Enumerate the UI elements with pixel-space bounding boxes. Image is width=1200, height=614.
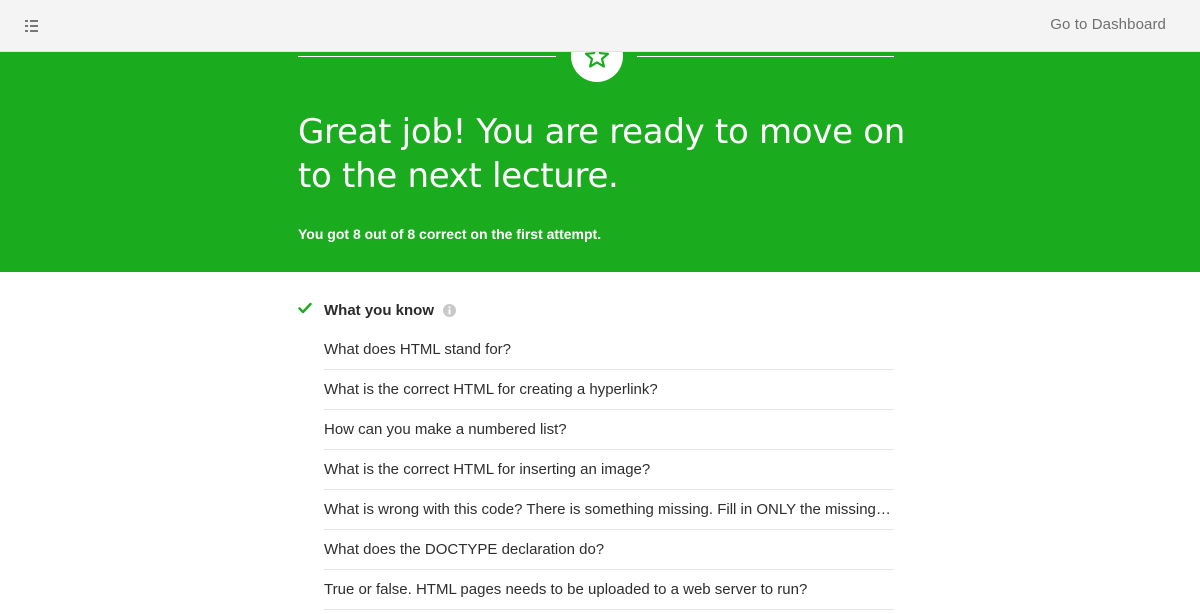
checkmark-icon xyxy=(298,301,324,319)
info-icon[interactable] xyxy=(443,303,456,317)
divider-left xyxy=(298,56,556,57)
section-header: What you know xyxy=(298,290,894,330)
success-banner: Great job! You are ready to move on to t… xyxy=(0,30,1200,272)
go-to-dashboard-link[interactable]: Go to Dashboard xyxy=(1050,16,1166,33)
list-icon[interactable] xyxy=(22,16,44,36)
question-item[interactable]: How can you make a numbered list? xyxy=(324,410,894,450)
question-item[interactable]: What does the DOCTYPE declaration do? xyxy=(324,530,894,570)
divider-right xyxy=(637,56,894,57)
section-title: What you know xyxy=(324,301,434,319)
question-item[interactable]: What does HTML stand for? xyxy=(324,330,894,370)
score-text: You got 8 out of 8 correct on the first … xyxy=(298,226,602,242)
top-bar: Go to Dashboard xyxy=(0,0,1200,52)
question-item[interactable]: True or false. HTML pages needs to be up… xyxy=(324,570,894,610)
question-item[interactable]: What is the correct HTML for creating a … xyxy=(324,370,894,410)
what-you-know-section: What you know What does HTML stand for? … xyxy=(298,290,894,610)
question-item[interactable]: What is wrong with this code? There is s… xyxy=(324,490,894,530)
question-item[interactable]: What is the correct HTML for inserting a… xyxy=(324,450,894,490)
success-headline: Great job! You are ready to move on to t… xyxy=(298,112,905,196)
question-list: What does HTML stand for? What is the co… xyxy=(298,330,894,610)
